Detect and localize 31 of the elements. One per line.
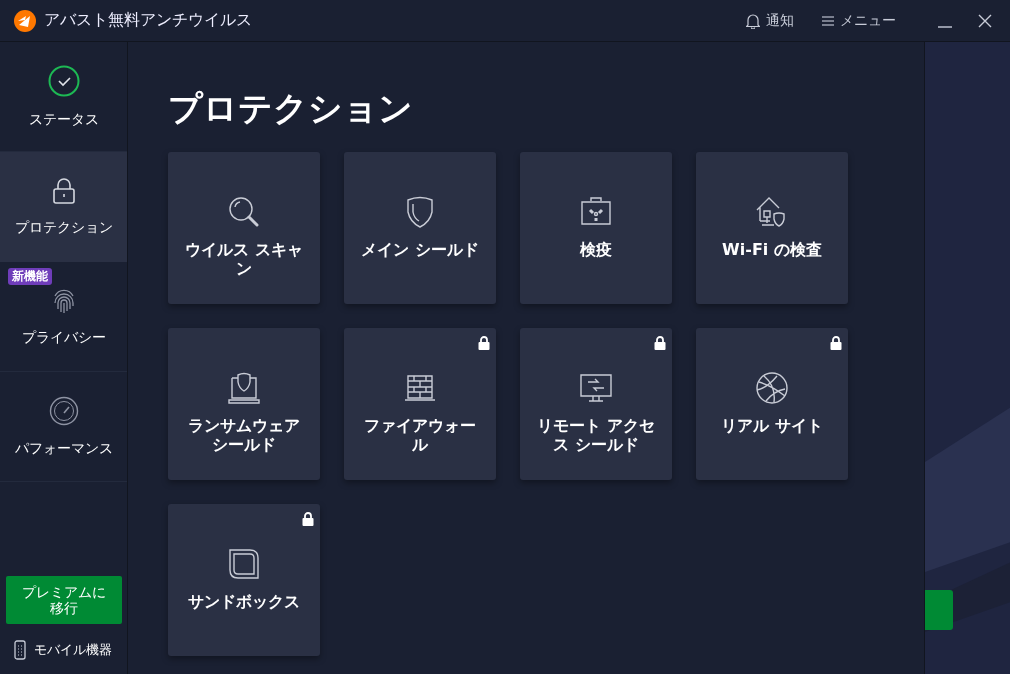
check-circle-icon [47,64,80,97]
sidebar-item[interactable]: プロテクション [0,152,127,262]
feature-tile[interactable]: サンドボックス [168,504,320,656]
page-title: プロテクション [168,87,414,130]
close-icon [978,13,992,28]
feature-tile[interactable]: ファイアウォール [344,328,496,480]
speedometer-icon [48,395,79,426]
menu-button[interactable]: メニュー [822,11,896,30]
laptop-shield-icon [226,370,262,406]
globe-icon [754,370,790,406]
feature-tile[interactable]: メイン シールド [344,152,496,304]
feature-tile[interactable]: 検疫 [520,152,672,304]
sidebar-item[interactable]: パフォーマンス [0,372,127,482]
sandbox-icon [226,546,262,582]
minimize-icon [938,25,952,28]
feature-tile[interactable]: リモート アクセス シールド [520,328,672,480]
phone-icon [14,640,26,660]
sidebar-item[interactable]: 新機能 プライバシー [0,262,127,372]
logo-icon [14,9,36,32]
feature-tile[interactable]: リアル サイト [696,328,848,480]
padlock-icon [51,176,76,205]
feature-tile[interactable]: Wi-Fi の検査 [696,152,848,304]
window-title: アバスト無料アンチウイルス [44,10,253,31]
feature-tile[interactable]: ランサムウェアシールド [168,328,320,480]
bell-icon [746,12,760,29]
upgrade-button[interactable]: プレミアムに移行 [6,576,122,624]
feature-tile[interactable]: ウイルス スキャン [168,152,320,304]
mobile-devices-link[interactable]: モバイル機器 [14,640,127,660]
notifications-button[interactable]: 通知 [746,11,794,30]
new-badge: 新機能 [8,268,52,285]
menu-icon [822,15,834,26]
